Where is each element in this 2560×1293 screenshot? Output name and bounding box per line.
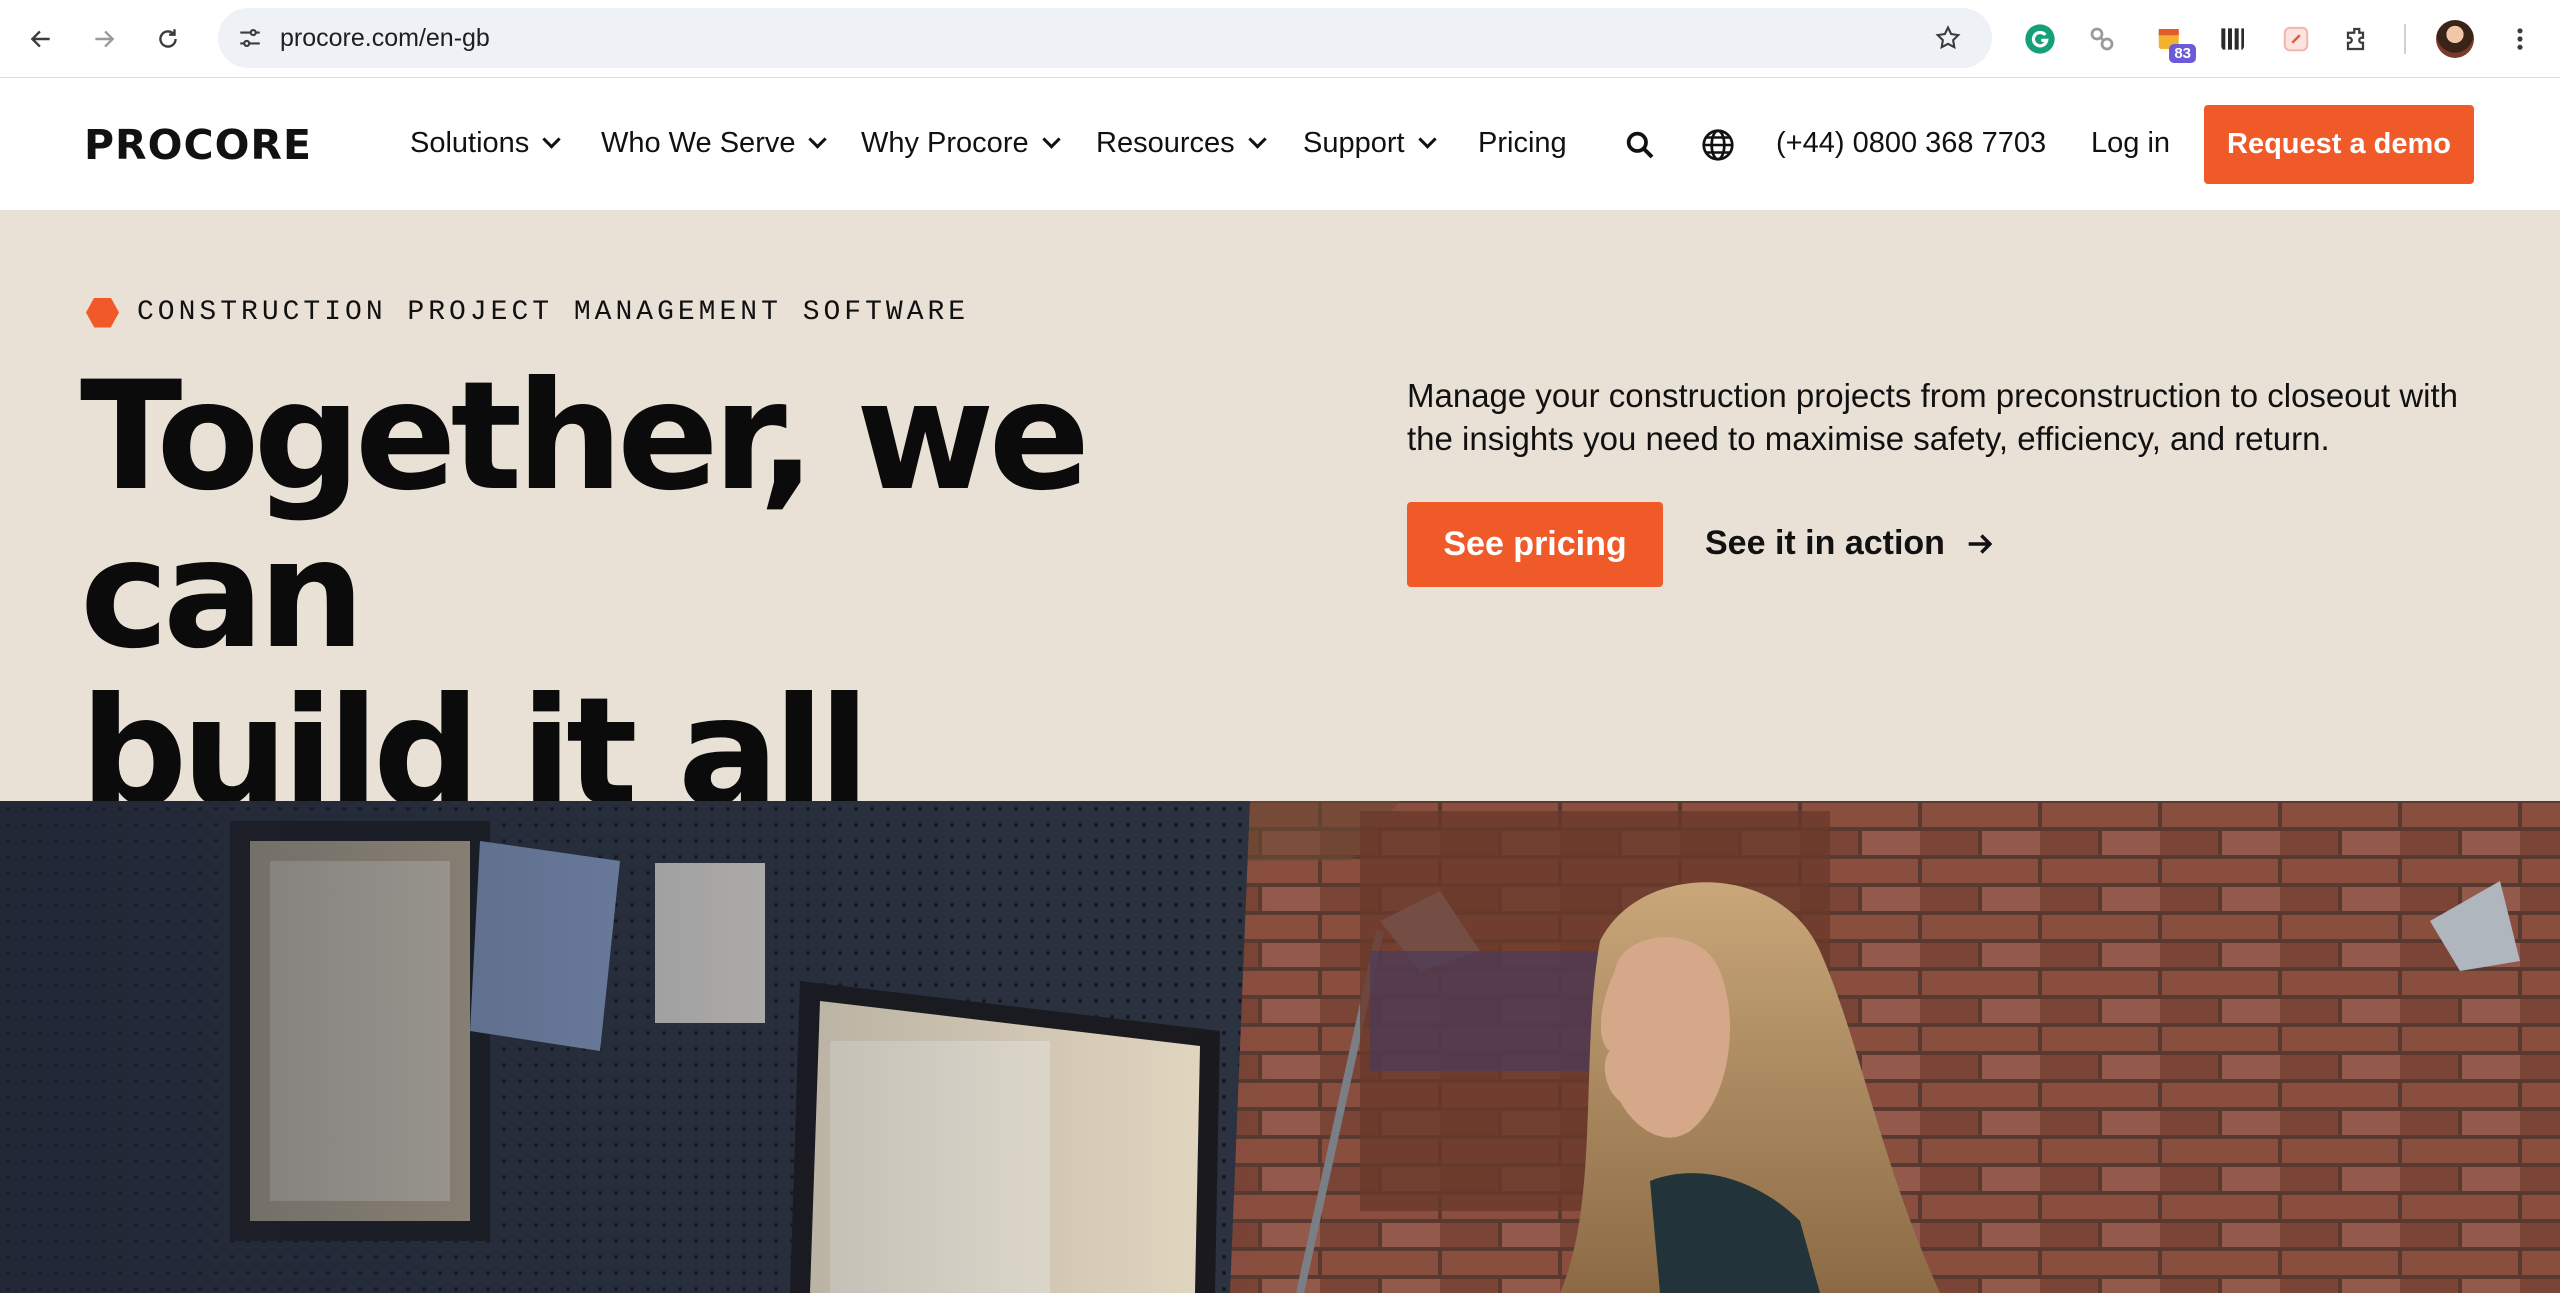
login-link[interactable]: Log in [2091, 127, 2170, 160]
nav-label: Resources [1096, 127, 1235, 159]
language-selector[interactable] [1696, 123, 1740, 167]
forward-button[interactable] [82, 17, 126, 61]
hero-video[interactable] [0, 801, 2560, 1293]
nav-who-we-serve[interactable]: Who We Serve [601, 127, 828, 160]
toolbox-extension[interactable] [2210, 17, 2254, 61]
site-header: PROCORE Solutions Who We Serve Why Proco… [0, 79, 2560, 210]
browser-menu-button[interactable] [2498, 17, 2542, 61]
eyebrow-text: CONSTRUCTION PROJECT MANAGEMENT SOFTWARE [137, 297, 970, 328]
headline-line-1: Together, we can [80, 350, 1090, 682]
arrow-left-icon [30, 30, 50, 48]
tag-extension-icon [2283, 26, 2309, 52]
arrow-right-icon [1968, 533, 1993, 554]
nav-support[interactable]: Support [1303, 127, 1437, 160]
tune-icon [240, 29, 260, 47]
link-extension[interactable] [2080, 17, 2124, 61]
browser-toolbar: procore.com/en-gb 83 [0, 0, 2560, 78]
search-icon [1626, 131, 1654, 159]
nav-why-procore[interactable]: Why Procore [861, 127, 1061, 160]
nav-label: Support [1303, 127, 1405, 159]
url-text[interactable]: procore.com/en-gb [280, 24, 490, 53]
address-bar[interactable]: procore.com/en-gb [218, 8, 1992, 68]
procore-logo[interactable]: PROCORE [84, 121, 312, 169]
back-button[interactable] [19, 17, 63, 61]
reload-icon [159, 29, 177, 48]
toolbar-divider [2404, 24, 2406, 54]
nav-label: Who We Serve [601, 127, 796, 159]
hero-eyebrow: CONSTRUCTION PROJECT MANAGEMENT SOFTWARE [86, 297, 969, 328]
globe-icon [1702, 129, 1734, 161]
nav-label: Solutions [410, 127, 530, 159]
logo-wordmark: PROCORE [84, 121, 312, 169]
grammarly-extension[interactable] [2018, 17, 2062, 61]
see-it-in-action-link[interactable]: See it in action [1705, 524, 1997, 563]
extensions-menu-button[interactable] [2336, 17, 2380, 61]
nav-label: Pricing [1478, 127, 1567, 159]
tag-extension[interactable] [2274, 17, 2318, 61]
chevron-down-icon [542, 130, 562, 149]
star-icon [1935, 25, 1961, 50]
chevron-down-icon [808, 130, 828, 149]
nav-pricing[interactable]: Pricing [1478, 127, 1567, 160]
office-worker-photo [0, 801, 2560, 1293]
profile-avatar[interactable] [2436, 20, 2474, 58]
hero-description: Manage your construction projects from p… [1407, 377, 2459, 457]
bookmark-button[interactable] [1928, 18, 1968, 58]
hero-section: CONSTRUCTION PROJECT MANAGEMENT SOFTWARE… [0, 210, 2560, 832]
nav-resources[interactable]: Resources [1096, 127, 1267, 160]
chevron-down-icon [1417, 130, 1437, 149]
nav-label: Why Procore [861, 127, 1029, 159]
reload-button[interactable] [146, 17, 190, 61]
phone-number-link[interactable]: (+44) 0800 368 7703 [1776, 127, 2046, 160]
nav-solutions[interactable]: Solutions [410, 127, 562, 160]
request-demo-button[interactable]: Request a demo [2204, 105, 2474, 184]
chevron-down-icon [1041, 130, 1061, 149]
chevron-down-icon [1247, 130, 1267, 149]
site-info-button[interactable] [228, 16, 272, 60]
toolbox-extension-icon [2221, 28, 2244, 50]
hexagon-icon [86, 297, 119, 328]
search-button[interactable] [1618, 123, 1662, 167]
arrow-right-icon [95, 30, 115, 48]
puzzle-extension-icon [2346, 27, 2365, 51]
extension-badge: 83 [2169, 44, 2196, 63]
calendar-extension[interactable]: 83 [2148, 17, 2196, 63]
see-pricing-button[interactable]: See pricing [1407, 502, 1663, 587]
grammarly-icon [2025, 24, 2055, 54]
hero-headline: Together, we can build it all [80, 358, 1340, 832]
link-extension-icon [2090, 27, 2114, 51]
more-vertical-icon [2517, 28, 2523, 50]
action-link-label: See it in action [1705, 524, 1945, 562]
